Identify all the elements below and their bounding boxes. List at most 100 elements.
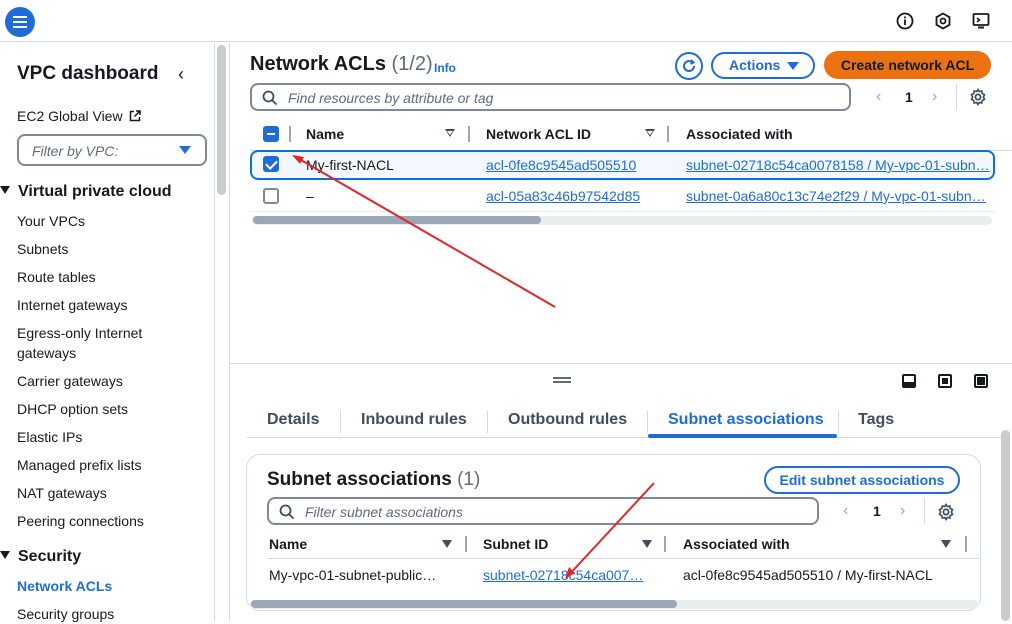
sidebar-item-elastic-ips[interactable]: Elastic IPs (17, 427, 197, 447)
section-title: Subnet associations (1) (267, 469, 480, 491)
section-label: Virtual private cloud (18, 183, 172, 200)
scrollbar-thumb[interactable] (251, 600, 677, 608)
page-number[interactable]: 1 (873, 503, 881, 519)
actions-button[interactable]: Actions (711, 52, 815, 79)
vpc-filter-select[interactable]: Filter by VPC: (17, 134, 207, 166)
sidebar-item-egress-only-gateways[interactable]: Egress-only Internet gateways (17, 323, 167, 363)
next-page-icon[interactable]: › (932, 88, 937, 106)
sidebar-item-network-acls[interactable]: Network ACLs (17, 576, 197, 596)
info-link[interactable]: Info (434, 61, 456, 75)
page-title-text: Network ACLs (250, 53, 386, 75)
sort-icon[interactable] (941, 540, 951, 548)
main-divider (229, 43, 230, 621)
notifications-icon[interactable] (934, 12, 952, 30)
create-network-acl-button[interactable]: Create network ACL (824, 51, 991, 79)
sidebar-scrollbar[interactable] (217, 45, 226, 195)
sidebar-item-peering-connections[interactable]: Peering connections (17, 511, 197, 531)
panel-side-icon[interactable] (938, 374, 952, 388)
select-all-checkbox[interactable] (263, 126, 279, 142)
search-icon (279, 504, 295, 520)
tab-separator (340, 411, 341, 433)
row-associated-link[interactable]: subnet-0a6a80c13c74e2f29 / My-vpc-01-sub… (686, 188, 992, 204)
selection-count: (1/2) (391, 53, 433, 75)
column-header-name[interactable]: Name (306, 126, 344, 142)
sort-icon[interactable] (445, 129, 455, 137)
row-name: – (306, 188, 314, 204)
sort-icon[interactable] (642, 540, 652, 548)
row-acl-id-link[interactable]: acl-0fe8c9545ad505510 (486, 157, 636, 173)
assoc-row-subnet-id-link[interactable]: subnet-02718c54ca007… (483, 567, 643, 583)
scrollbar-thumb[interactable] (253, 216, 541, 224)
tab-tags[interactable]: Tags (858, 411, 894, 429)
column-header-name[interactable]: Name (269, 536, 307, 552)
tab-subnet-associations[interactable]: Subnet associations (668, 411, 824, 429)
divider (924, 498, 925, 524)
prev-page-icon[interactable]: ‹ (876, 88, 881, 106)
caret-down-icon (179, 146, 191, 154)
sidebar-item-internet-gateways[interactable]: Internet gateways (17, 295, 197, 315)
search-input[interactable]: Find resources by attribute or tag (250, 83, 851, 111)
filter-subnet-associations-input[interactable]: Filter subnet associations (267, 497, 819, 525)
sidebar-item-subnets[interactable]: Subnets (17, 239, 197, 259)
row-acl-id-link[interactable]: acl-05a83c46b97542d85 (486, 188, 640, 204)
column-header-subnet-id[interactable]: Subnet ID (483, 536, 548, 552)
cloudshell-icon[interactable] (972, 12, 990, 30)
row-checkbox[interactable] (263, 188, 279, 204)
active-tab-indicator (648, 434, 837, 438)
ec2-global-view-label: EC2 Global View (17, 108, 123, 124)
info-icon[interactable] (896, 12, 914, 30)
sidebar-item-nat-gateways[interactable]: NAT gateways (17, 483, 197, 503)
tab-separator (487, 411, 488, 433)
row-associated-link[interactable]: subnet-02718c54ca0078158 / My-vpc-01-sub… (686, 157, 992, 173)
sidebar-item-managed-prefix-lists[interactable]: Managed prefix lists (17, 455, 197, 475)
external-link-icon (129, 110, 141, 122)
page-title: Network ACLs (1/2) (250, 53, 433, 76)
sidebar-item-dhcp-option-sets[interactable]: DHCP option sets (17, 399, 197, 419)
sidebar-item-your-vpcs[interactable]: Your VPCs (17, 211, 197, 231)
tab-outbound-rules[interactable]: Outbound rules (508, 411, 627, 429)
column-header-network-acl-id[interactable]: Network ACL ID (486, 126, 591, 142)
caret-down-icon (0, 186, 10, 194)
ec2-global-view-link[interactable]: EC2 Global View (17, 108, 141, 124)
edit-subnet-associations-button[interactable]: Edit subnet associations (764, 466, 960, 494)
sidebar-item-carrier-gateways[interactable]: Carrier gateways (17, 371, 197, 391)
actions-label: Actions (729, 57, 781, 73)
vpc-filter-placeholder: Filter by VPC: (32, 143, 119, 159)
sort-icon[interactable] (442, 540, 452, 548)
panel-full-icon[interactable] (974, 374, 988, 388)
panel-bottom-icon[interactable] (902, 374, 916, 388)
collapse-sidebar-icon[interactable]: ‹ (178, 64, 184, 85)
column-divider (465, 536, 467, 552)
column-divider (667, 126, 669, 142)
row-checkbox[interactable] (263, 156, 279, 172)
prev-page-icon[interactable]: ‹ (843, 502, 848, 520)
sidebar-item-security-groups[interactable]: Security groups (17, 604, 197, 624)
settings-gear-icon[interactable] (969, 88, 987, 106)
column-header-associated-with[interactable]: Associated with (686, 126, 793, 142)
row-name: My-first-NACL (306, 157, 394, 173)
top-navigation-bar (0, 0, 1012, 42)
column-divider (289, 126, 291, 142)
sidebar-item-route-tables[interactable]: Route tables (17, 267, 197, 287)
column-divider (468, 126, 470, 142)
next-page-icon[interactable]: › (900, 502, 905, 520)
column-header-associated-with[interactable]: Associated with (683, 536, 790, 552)
tab-inbound-rules[interactable]: Inbound rules (361, 411, 467, 429)
drag-handle-icon[interactable] (553, 377, 571, 383)
tab-separator (838, 411, 839, 433)
tab-separator (647, 411, 648, 433)
refresh-icon (683, 59, 696, 72)
tab-details[interactable]: Details (267, 411, 319, 429)
tabs-baseline (247, 437, 1007, 438)
detail-panel-scrollbar[interactable] (1001, 430, 1010, 621)
search-placeholder: Find resources by attribute or tag (288, 90, 494, 106)
section-security[interactable]: Security (0, 548, 81, 566)
settings-gear-icon[interactable] (937, 503, 955, 521)
refresh-button[interactable] (675, 52, 703, 80)
menu-icon[interactable] (5, 7, 35, 37)
divider (956, 84, 957, 110)
sort-icon[interactable] (645, 129, 655, 137)
section-virtual-private-cloud[interactable]: Virtual private cloud (0, 183, 172, 201)
sidebar-title[interactable]: VPC dashboard (17, 63, 158, 85)
page-number[interactable]: 1 (905, 89, 913, 105)
